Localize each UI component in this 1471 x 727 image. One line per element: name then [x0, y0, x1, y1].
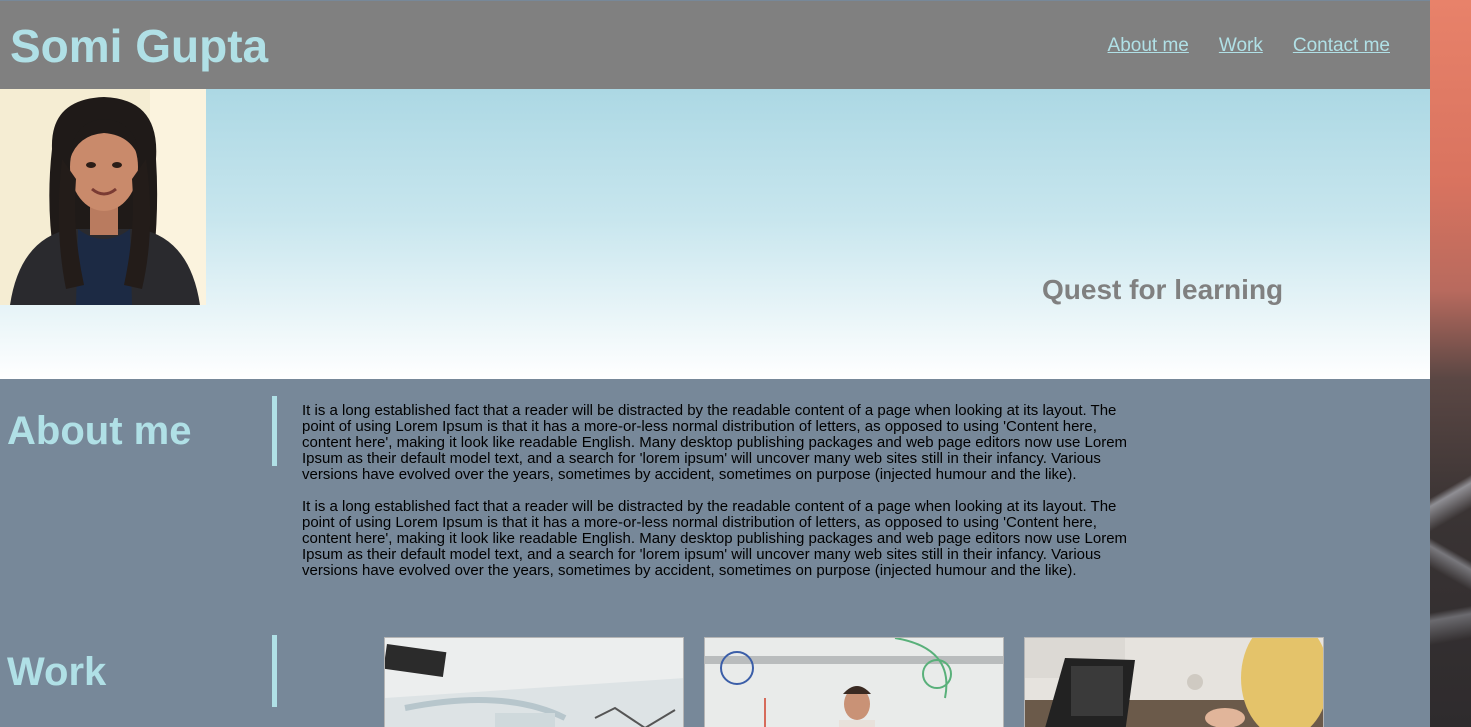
about-paragraph: It is a long established fact that a rea… — [302, 402, 1128, 483]
profile-photo — [0, 89, 206, 305]
work-divider — [272, 635, 277, 707]
site-header: Somi Gupta About me Work Contact me — [0, 1, 1430, 89]
nav-link-work[interactable]: Work — [1219, 35, 1263, 57]
nav-link-about-me[interactable]: About me — [1108, 35, 1189, 57]
webpage: Somi Gupta About me Work Contact me Ques… — [0, 0, 1430, 727]
site-title: Somi Gupta — [10, 20, 269, 72]
about-text: It is a long established fact that a rea… — [302, 403, 1134, 595]
about-divider — [272, 396, 277, 466]
hero-banner: Quest for learning — [0, 89, 1430, 379]
work-thumbnail-1[interactable] — [384, 637, 684, 727]
work-thumbnail-3[interactable] — [1024, 637, 1324, 727]
desktop-wallpaper — [1430, 0, 1471, 727]
about-paragraph: It is a long established fact that a rea… — [302, 498, 1128, 579]
hero-tagline: Quest for learning — [1042, 274, 1284, 305]
nav-link-contact-me[interactable]: Contact me — [1293, 35, 1390, 57]
main-nav: About me Work Contact me — [1108, 35, 1390, 57]
about-heading: About me — [7, 409, 192, 453]
work-thumbnail-2[interactable] — [704, 637, 1004, 727]
work-heading: Work — [7, 650, 107, 694]
